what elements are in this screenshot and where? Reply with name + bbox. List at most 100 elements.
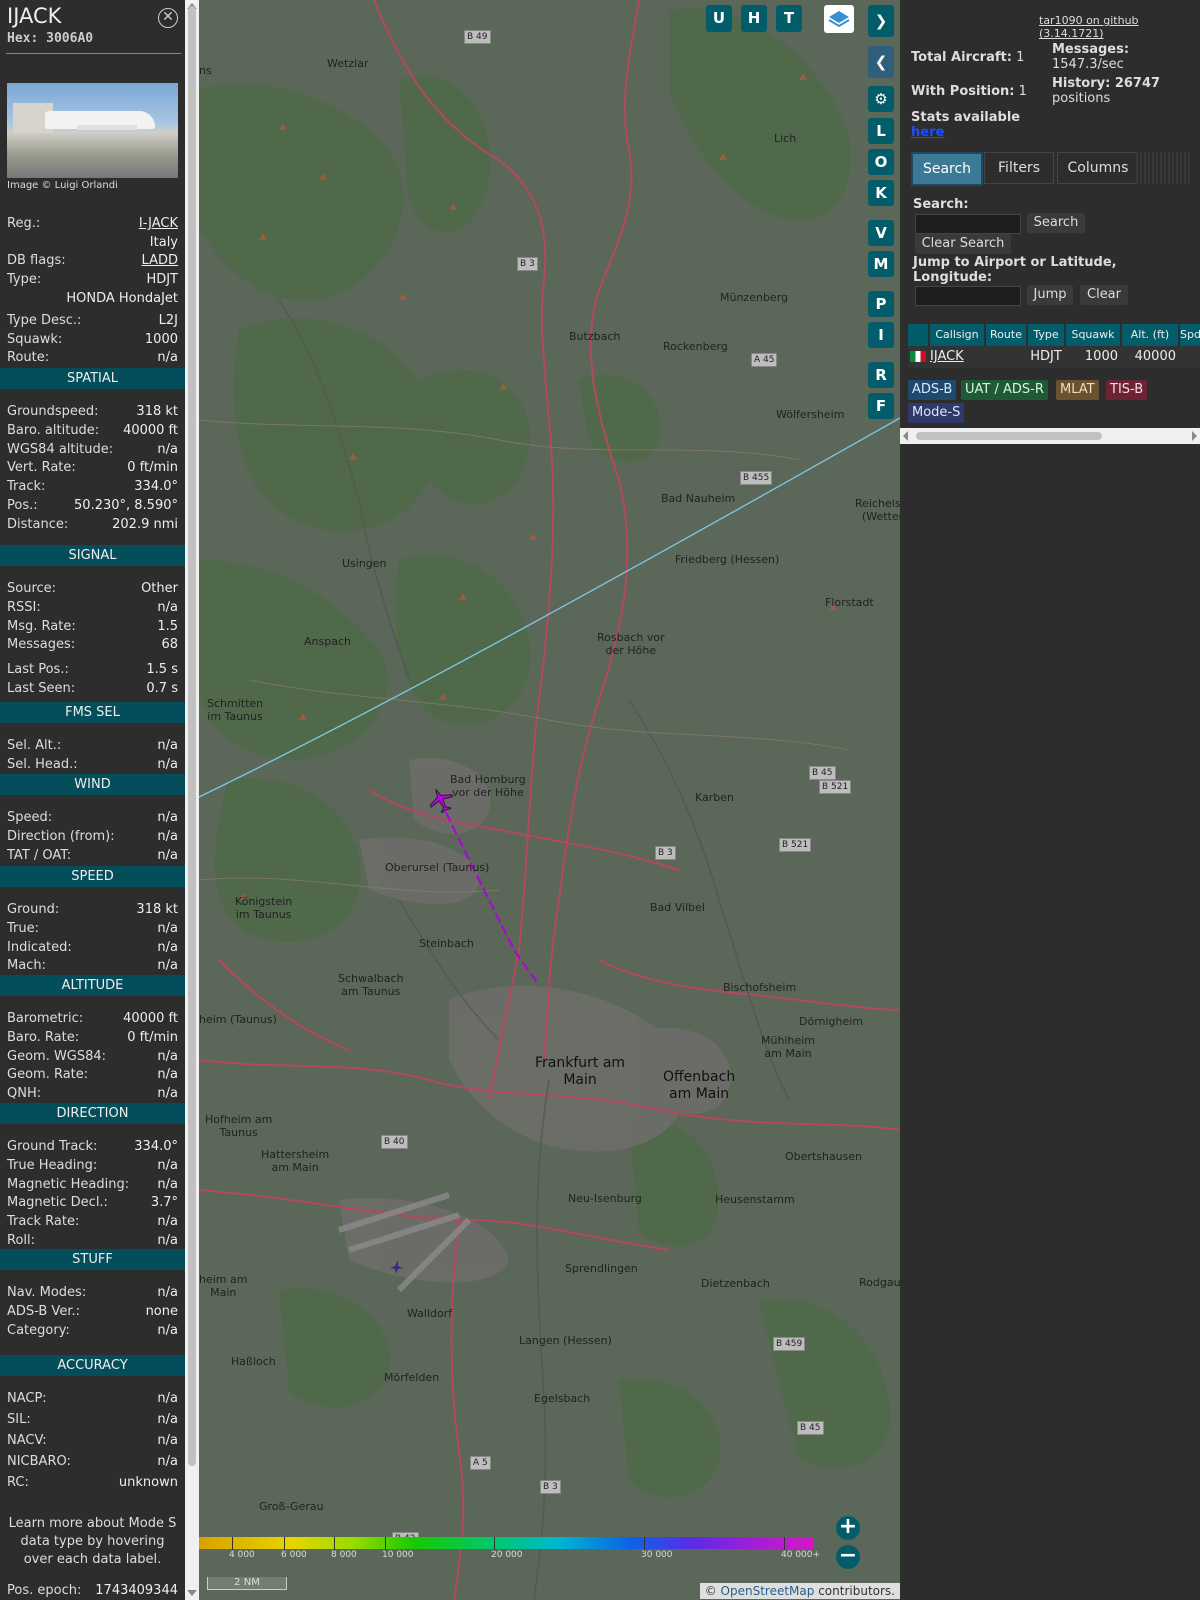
place-label: Bad Nauheim [661,492,736,505]
table-horizontal-scrollbar[interactable] [900,428,1200,444]
info-value: n/a [157,1233,178,1248]
legend-tick-mark [494,1537,495,1551]
place-label: Rosbach vor der Höhe [597,631,665,657]
aircraft-photo[interactable] [7,83,178,178]
legend-tick-label: 6 000 [281,1550,307,1560]
side-button-m[interactable]: M [868,251,894,277]
flag-icon [910,351,926,362]
info-label: Distance: [7,517,69,532]
info-row: Barometric: 40000 ft [7,1011,178,1029]
settings-button[interactable]: ⚙ [868,86,894,112]
total-aircraft: Total Aircraft: 1 [911,50,1024,65]
clear-search-button[interactable]: Clear Search [915,234,1011,254]
place-label: Reichelsheim (Wetterau) [855,497,900,523]
info-row: Baro. Rate: 0 ft/min [7,1030,178,1048]
info-row: RSSI: n/a [7,600,178,618]
clear-button[interactable]: Clear [1080,285,1128,305]
side-button-r[interactable]: R [868,362,894,388]
side-button-i[interactable]: I [868,322,894,348]
info-row: True Heading: n/a [7,1158,178,1176]
collapse-left-button[interactable]: ❮ [868,46,894,78]
zoom-out-button[interactable]: − [836,1545,860,1569]
info-label: SIL: [7,1412,31,1427]
info-label: Magnetic Decl.: [7,1195,108,1210]
search-button[interactable]: Search [1027,213,1085,233]
side-button-k[interactable]: K [868,180,894,206]
city-label: Frankfurt am Main [535,1055,626,1088]
expand-right-button[interactable]: ❯ [868,5,894,37]
table-header-type[interactable]: Type [1028,324,1064,346]
info-row: SIL: n/a [7,1412,178,1430]
jump-button[interactable]: Jump [1027,285,1073,305]
place-label: Lich [774,132,797,145]
map-view[interactable]: Wetzlar Lich Butzbach Münzenberg Rockenberg W… [199,0,900,1600]
place-label: Dörnigheim [799,1015,864,1028]
side-button-o[interactable]: O [868,149,894,175]
attribution-prefix: © [704,1584,717,1598]
info-row: Geom. Rate: n/a [7,1067,178,1085]
toggle-button-t[interactable]: T [776,5,802,32]
layers-button[interactable] [824,5,854,33]
place-label: Butzbach [569,330,621,343]
table-header-speed[interactable]: Spd. [1180,324,1200,346]
github-link[interactable]: tar1090 on github (3.14.1721) [1039,14,1200,40]
info-label: NACP: [7,1391,47,1406]
info-value[interactable]: LADD [142,253,178,268]
tab-filters[interactable]: Filters [984,152,1054,184]
info-value: 40000 ft [123,1011,178,1026]
jump-input[interactable] [915,286,1021,306]
road-badge: A 45 [751,353,778,367]
info-row: Sel. Alt.: n/a [7,738,178,756]
info-row: HONDA HondaJet [7,291,178,309]
side-button-p[interactable]: P [868,291,894,317]
info-value: n/a [157,1454,178,1469]
table-header-callsign[interactable]: Callsign [930,324,984,346]
info-row: Sel. Head.: n/a [7,757,178,775]
road-badge: B 521 [779,838,812,852]
info-value[interactable]: I-JACK [139,216,178,231]
section-header-speed: SPEED [0,866,185,887]
side-button-v[interactable]: V [868,220,894,246]
table-header-route[interactable]: Route [986,324,1026,346]
place-label: Langen (Hessen) [519,1334,612,1347]
info-label: Baro. Rate: [7,1030,80,1045]
info-value: 0 ft/min [127,460,178,475]
toggle-button-u[interactable]: U [706,5,732,32]
side-button-f[interactable]: F [868,393,894,419]
close-icon[interactable]: ✕ [158,8,178,28]
stats-link[interactable]: here [911,125,944,140]
info-label: Type Desc.: [7,313,82,328]
info-row: RC: unknown [7,1475,178,1493]
info-value: 1000 [144,332,178,347]
divider [6,53,181,54]
info-value: n/a [157,1433,178,1448]
section-header-fms-sel: FMS SEL [0,702,185,723]
road-badge: B 40 [381,1135,408,1149]
tab-columns[interactable]: Columns [1057,152,1139,184]
place-label: Haßloch [231,1355,276,1368]
info-row: NACP: n/a [7,1391,178,1409]
source-badge: MLAT [1056,380,1099,400]
place-label: Usingen [342,557,387,570]
osm-link[interactable]: OpenStreetMap [721,1584,815,1598]
info-value: 202.9 nmi [112,517,178,532]
toggle-button-h[interactable]: H [741,5,767,32]
row-type: HDJT [1030,349,1062,364]
info-label: Track Rate: [7,1214,80,1229]
table-header-squawk[interactable]: Squawk [1066,324,1120,346]
search-input[interactable] [915,214,1021,234]
info-value: 50.230°, 8.590° [74,498,178,513]
info-row: Geom. WGS84: n/a [7,1049,178,1067]
side-button-l[interactable]: L [868,118,894,144]
zoom-in-button[interactable]: + [836,1516,860,1540]
road-badge: B 3 [540,1480,561,1494]
table-header-flag [908,324,928,346]
legend-tick-mark [784,1537,785,1551]
row-callsign[interactable]: IJACK [930,348,964,366]
info-label: True: [7,921,39,936]
road-badge: B 521 [819,780,852,794]
left-panel-scrollbar[interactable] [185,0,199,1600]
tab-search[interactable]: Search [911,152,983,186]
table-header-altitude[interactable]: Alt. (ft) [1122,324,1178,346]
place-label: Obertshausen [785,1150,863,1163]
